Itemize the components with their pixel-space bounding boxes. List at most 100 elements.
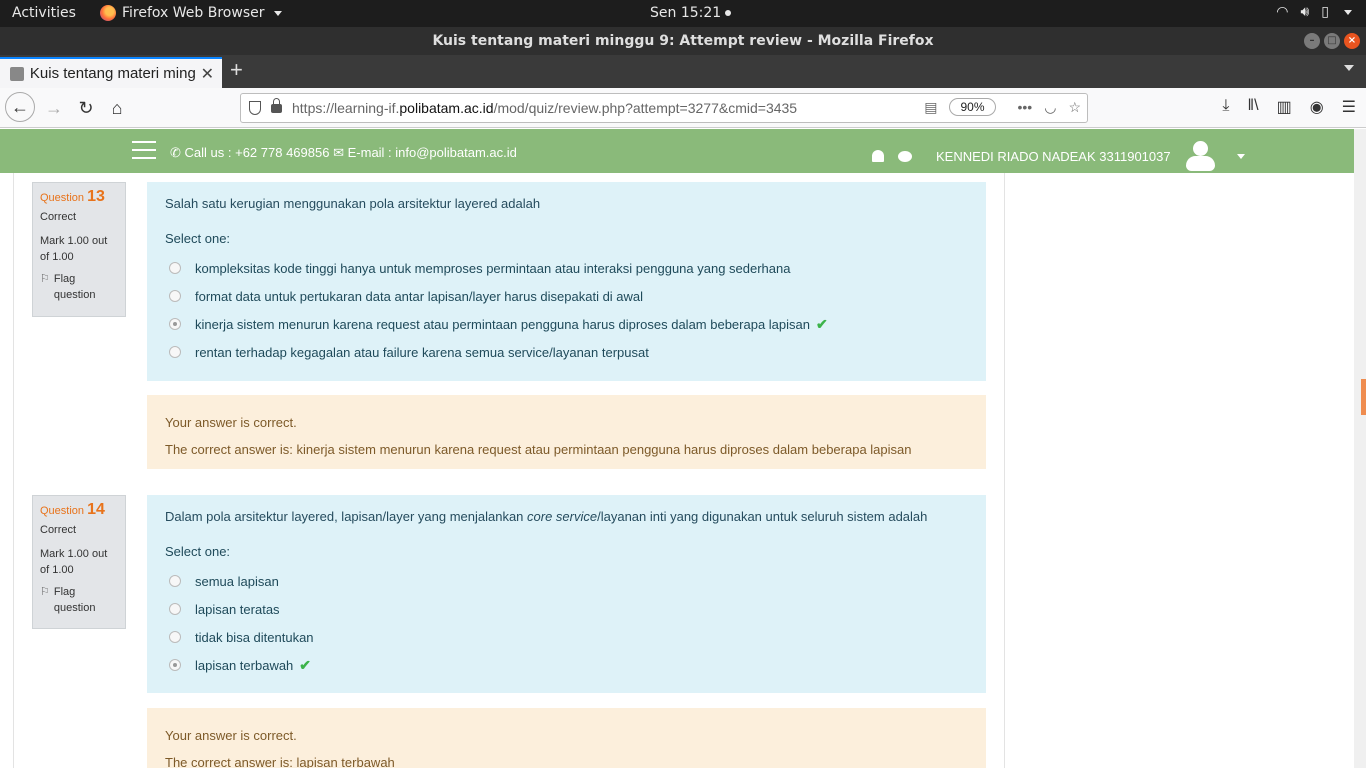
question-text-part: Dalam pola arsitektur layered, lapisan/l…: [165, 509, 528, 524]
answer-feedback: Your answer is correct. The correct answ…: [147, 708, 986, 768]
account-icon[interactable]: ◉: [1310, 97, 1324, 117]
window-title: Kuis tentang materi minggu 9: Attempt re…: [432, 33, 934, 49]
hamburger-menu-icon[interactable]: [132, 141, 156, 159]
browser-tab[interactable]: Kuis tentang materi minggu 9: Attempt re…: [0, 57, 222, 88]
chevron-down-icon[interactable]: [1236, 153, 1245, 159]
answer-option[interactable]: rentan terhadap kegagalan atau failure k…: [165, 338, 968, 366]
close-icon[interactable]: ×: [1344, 33, 1360, 49]
sidebar-icon[interactable]: ▥: [1277, 97, 1292, 117]
feedback-result: Your answer is correct.: [165, 415, 297, 430]
chevron-down-icon: [273, 10, 282, 16]
minimize-icon[interactable]: –: [1304, 33, 1320, 49]
answer-option[interactable]: tidak bisa ditentukan: [165, 623, 968, 651]
question-text-emphasis: core service: [527, 509, 598, 524]
volume-icon: 🔊︎: [1300, 4, 1310, 20]
lock-icon[interactable]: [271, 97, 282, 113]
downloads-icon[interactable]: ⤓: [1222, 97, 1229, 117]
list-all-tabs-icon[interactable]: [1344, 65, 1354, 71]
answer-option[interactable]: format data untuk pertukaran data antar …: [165, 282, 968, 310]
tracking-shield-icon[interactable]: [249, 101, 261, 115]
chevron-down-icon: [1344, 9, 1352, 15]
system-tray[interactable]: ◠ 🔊︎ ▯: [1276, 4, 1352, 20]
correct-answer: The correct answer is: kinerja sistem me…: [165, 442, 912, 457]
question-number-value: 13: [87, 188, 105, 205]
scrollbar[interactable]: [1354, 129, 1366, 768]
feedback-result: Your answer is correct.: [165, 728, 297, 743]
radio-button[interactable]: [169, 603, 181, 615]
option-label: semua lapisan: [195, 573, 279, 589]
question-formulation: Salah satu kerugian menggunakan pola ars…: [147, 182, 986, 381]
question-label: Question: [40, 192, 85, 204]
avatar[interactable]: [1185, 141, 1215, 171]
flag-icon: ⚐: [40, 273, 50, 285]
question-text-part: /layanan inti yang digunakan untuk selur…: [597, 509, 928, 524]
home-icon[interactable]: ⌂: [103, 94, 131, 122]
wifi-icon: ◠: [1276, 4, 1289, 20]
option-label: tidak bisa ditentukan: [195, 629, 314, 645]
radio-button[interactable]: [169, 290, 181, 302]
address-bar[interactable]: https://learning-if.polibatam.ac.id/mod/…: [240, 93, 1088, 123]
answer-option[interactable]: kinerja sistem menurun karena request at…: [165, 310, 968, 338]
select-one-prompt: Select one:: [165, 544, 231, 559]
radio-button[interactable]: [169, 346, 181, 358]
library-icon[interactable]: ‖\: [1248, 97, 1259, 117]
radio-button[interactable]: [169, 631, 181, 643]
option-label: kompleksitas kode tinggi hanya untuk mem…: [195, 260, 791, 276]
notification-dot-icon: [725, 10, 732, 16]
window-controls: – □ ×: [1304, 33, 1360, 49]
option-label: lapisan terbawah: [195, 657, 294, 673]
bell-icon[interactable]: [872, 150, 884, 162]
flag-question[interactable]: ⚐ Flag question: [40, 584, 118, 616]
flag-question[interactable]: ⚐ Flag question: [40, 271, 118, 303]
question-formulation: Dalam pola arsitektur layered, lapisan/l…: [147, 495, 986, 693]
close-tab-icon[interactable]: ✕: [201, 64, 214, 84]
tab-title: Kuis tentang materi minggu 9: Attempt re…: [29, 65, 195, 82]
gnome-top-bar: Activities Firefox Web Browser Sen 15:21…: [0, 0, 1366, 27]
email-text: E-mail : info@polibatam.ac.id: [347, 145, 517, 160]
radio-button-selected[interactable]: [169, 659, 181, 671]
clock-label: Sen 15:21: [650, 5, 722, 21]
tab-strip: Kuis tentang materi minggu 9: Attempt re…: [0, 55, 1366, 88]
question-mark: Mark 1.00 out of 1.00: [40, 235, 108, 263]
radio-button-selected[interactable]: [169, 318, 181, 330]
option-label: kinerja sistem menurun karena request at…: [195, 316, 810, 332]
radio-button[interactable]: [169, 575, 181, 587]
answer-option[interactable]: semua lapisan: [165, 567, 968, 595]
question-info: Question 14 Correct Mark 1.00 out of 1.0…: [32, 495, 126, 629]
question-number: Question 13: [40, 189, 118, 206]
answer-option[interactable]: kompleksitas kode tinggi hanya untuk mem…: [165, 254, 968, 282]
forward-arrow-icon[interactable]: →: [40, 94, 68, 122]
pocket-icon[interactable]: ◡: [1044, 99, 1056, 116]
scrollbar-thumb[interactable]: [1361, 379, 1366, 415]
url-text[interactable]: https://learning-if.polibatam.ac.id/mod/…: [292, 100, 797, 116]
answer-option[interactable]: lapisan terbawah ✔: [165, 651, 968, 679]
reader-view-icon[interactable]: ▤: [924, 99, 937, 116]
zoom-indicator[interactable]: 90%: [949, 98, 996, 116]
maximize-icon[interactable]: □: [1324, 33, 1340, 49]
message-icon[interactable]: [898, 150, 912, 162]
app-menu[interactable]: Firefox Web Browser: [100, 5, 282, 21]
question-number-value: 14: [87, 501, 105, 518]
reload-icon[interactable]: ↻: [72, 94, 100, 122]
divider: [1004, 173, 1005, 768]
toolbar-right: ⤓ ‖\ ▥ ◉ ☰: [1222, 97, 1356, 117]
radio-button[interactable]: [169, 262, 181, 274]
new-tab-icon[interactable]: +: [230, 57, 243, 83]
envelope-icon: ✉: [333, 145, 344, 160]
window-titlebar: Kuis tentang materi minggu 9: Attempt re…: [0, 27, 1366, 55]
bookmark-star-icon[interactable]: ☆: [1068, 99, 1081, 116]
select-one-prompt: Select one:: [165, 231, 231, 246]
user-name[interactable]: KENNEDI RIADO NADEAK 3311901037: [936, 149, 1171, 164]
clock[interactable]: Sen 15:21: [650, 5, 732, 21]
hamburger-menu-icon[interactable]: ☰: [1342, 97, 1356, 117]
back-arrow-icon[interactable]: ←: [5, 92, 35, 122]
page-content: Question 13 Correct Mark 1.00 out of 1.0…: [0, 173, 1354, 768]
option-label: rentan terhadap kegagalan atau failure k…: [195, 344, 649, 360]
page-actions-icon[interactable]: •••: [1018, 99, 1033, 115]
phone-icon: ✆: [170, 145, 181, 160]
question-text: Salah satu kerugian menggunakan pola ars…: [165, 196, 541, 211]
url-prefix: https://learning-if.: [292, 100, 400, 116]
battery-icon: ▯: [1321, 4, 1329, 20]
activities-button[interactable]: Activities: [12, 5, 76, 21]
answer-option[interactable]: lapisan teratas: [165, 595, 968, 623]
